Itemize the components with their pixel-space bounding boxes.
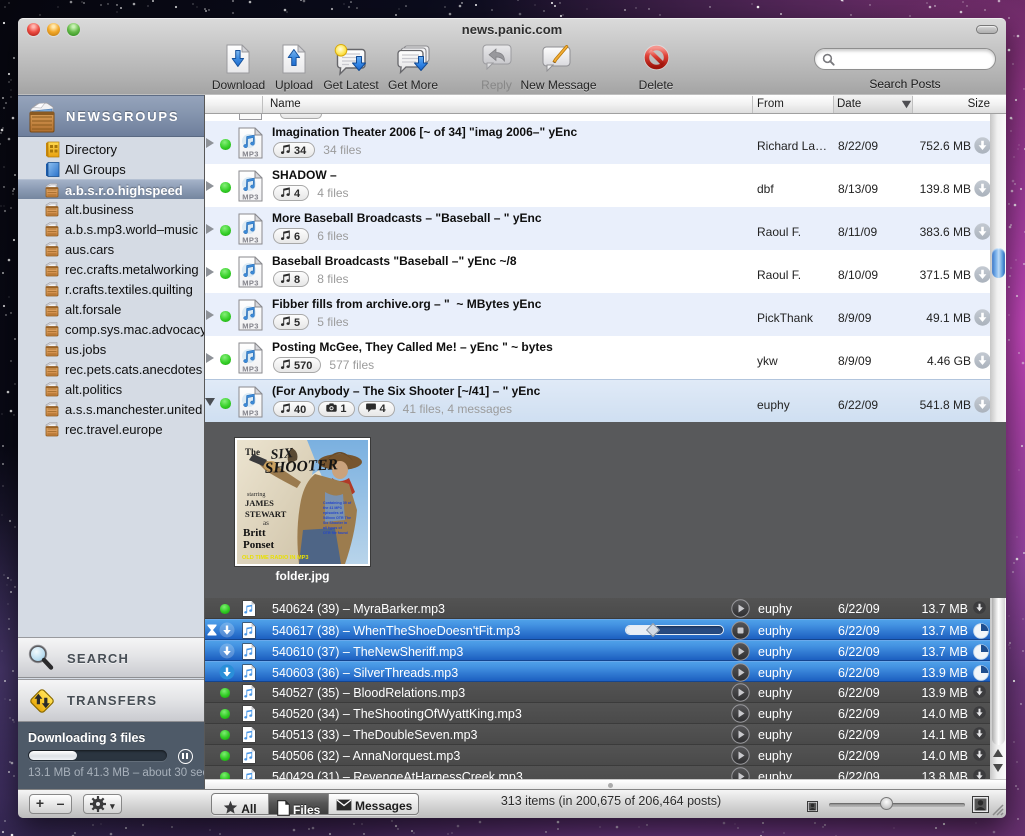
svg-text:all types of: all types of <box>323 526 343 530</box>
svg-text:MP3: MP3 <box>242 409 259 418</box>
svg-text:Containing 39 of: Containing 39 of <box>323 501 352 505</box>
svg-text:MP3: MP3 <box>242 150 259 159</box>
svg-text:MP3: MP3 <box>242 279 259 288</box>
svg-text:as: as <box>263 519 269 527</box>
svg-text:Six Shooter in: Six Shooter in <box>323 521 347 525</box>
svg-text:Britt: Britt <box>243 527 266 539</box>
svg-text:OLD TIME RADIO IN MP3: OLD TIME RADIO IN MP3 <box>242 555 309 561</box>
svg-text:MP3: MP3 <box>242 236 259 245</box>
svg-text:episodes of: episodes of <box>323 511 344 515</box>
svg-text:Ponset: Ponset <box>243 539 275 551</box>
svg-text:MP3: MP3 <box>242 322 259 331</box>
svg-text:JAMES: JAMES <box>245 498 274 508</box>
svg-text:OTR file found: OTR file found <box>323 531 348 535</box>
svg-text:The: The <box>245 447 260 457</box>
svg-text:the 41 MP3: the 41 MP3 <box>323 506 342 510</box>
svg-text:MP3: MP3 <box>242 193 259 202</box>
svg-text:STEWART: STEWART <box>245 509 287 519</box>
svg-text:540xxx OTR The: 540xxx OTR The <box>323 516 351 520</box>
svg-text:MP3: MP3 <box>242 365 259 374</box>
